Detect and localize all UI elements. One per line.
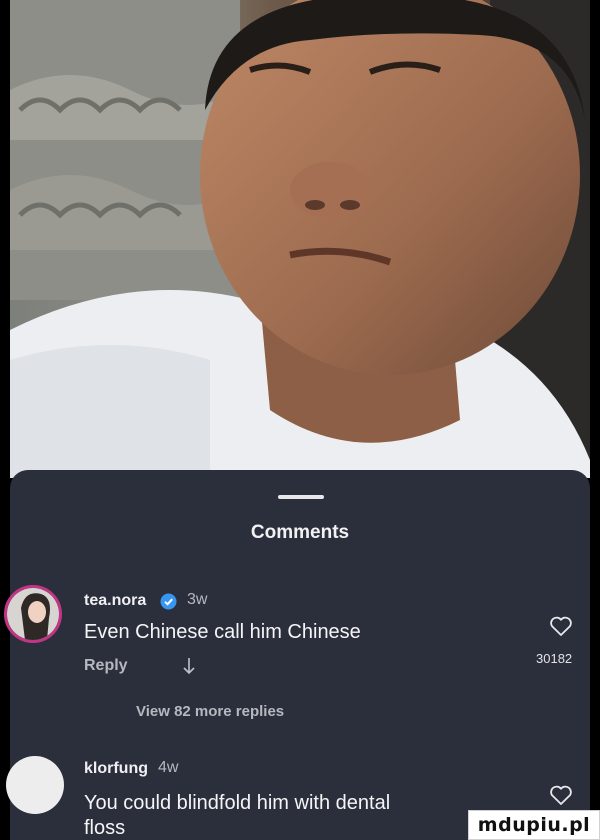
arrow-down-icon[interactable]	[183, 657, 195, 675]
comment-time: 3w	[187, 591, 208, 608]
like-count: 30182	[536, 651, 573, 666]
comments-sheet: Comments tea.nora 3w Even Chinese call h…	[4, 470, 590, 840]
heart-outline-icon[interactable]	[549, 615, 573, 637]
avatar[interactable]	[4, 585, 62, 643]
comment-text: Even Chinese call him Chinese	[84, 621, 361, 643]
post-photo	[10, 0, 590, 478]
avatar[interactable]	[6, 756, 64, 814]
heart-outline-icon[interactable]	[549, 784, 573, 806]
comment-username[interactable]: klorfung	[84, 760, 148, 778]
verified-badge-icon	[160, 593, 177, 610]
comments-title: Comments	[250, 522, 350, 543]
drag-handle[interactable]	[278, 495, 324, 499]
comment-time: 4w	[158, 759, 179, 776]
view-more-replies[interactable]: View 82 more replies	[136, 703, 284, 720]
comment-text-line-2: floss	[84, 817, 126, 839]
screenshot-frame: Comments tea.nora 3w Even Chinese call h…	[0, 0, 600, 840]
reply-button[interactable]: Reply	[84, 657, 128, 675]
comment-text-line-1: You could blindfold him with dental	[84, 792, 391, 814]
man-portrait-image	[10, 0, 590, 478]
watermark-logo: mdupiu.pl	[468, 810, 600, 840]
avatar-image	[7, 588, 59, 640]
comment-username[interactable]: tea.nora	[84, 592, 146, 610]
